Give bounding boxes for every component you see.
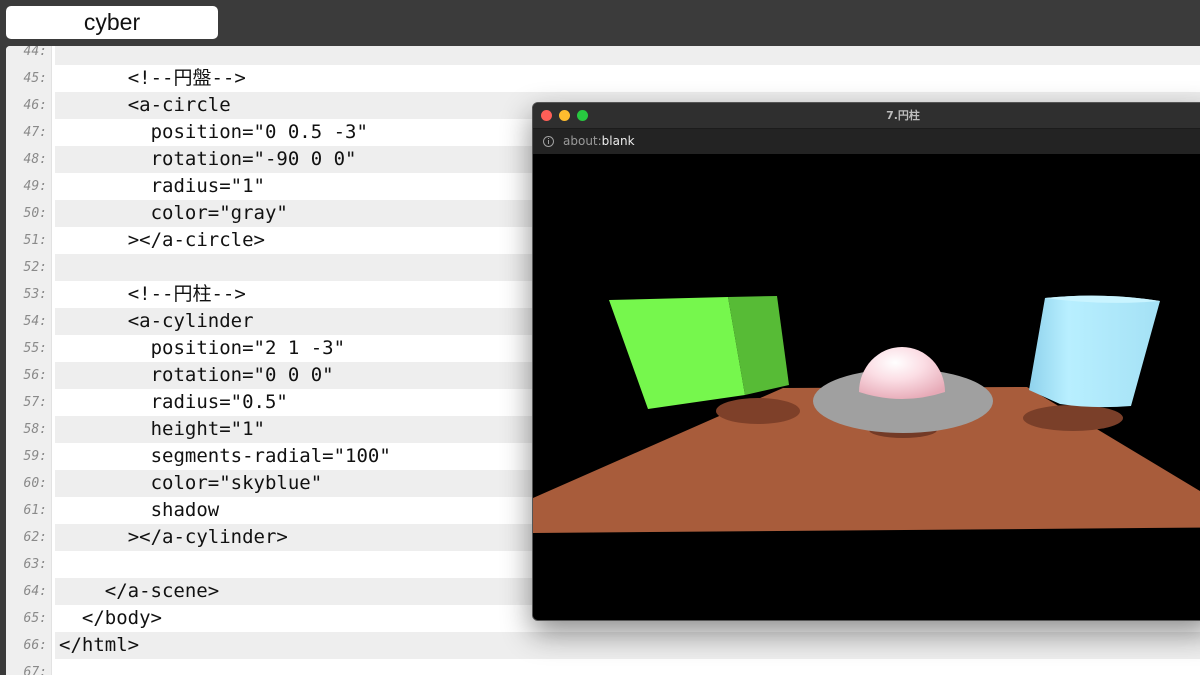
- code-text: rotation="-90 0 0": [150, 148, 357, 170]
- line-gutter: 67:: [6, 659, 52, 675]
- line-gutter: 53:: [6, 281, 52, 308]
- code-text: color="skyblue": [150, 472, 323, 494]
- code-text: color="gray": [150, 202, 288, 224]
- line-number: 67:: [23, 665, 47, 675]
- code-text: <a-circle: [127, 94, 231, 116]
- line-number: 58:: [23, 422, 47, 437]
- code-text: </a-scene>: [104, 580, 220, 602]
- line-gutter: 62:: [6, 524, 52, 551]
- line-gutter: 66:: [6, 632, 52, 659]
- line-number: 46:: [23, 98, 47, 113]
- line-gutter: 58:: [6, 416, 52, 443]
- line-number: 45:: [23, 71, 47, 86]
- line-gutter: 61:: [6, 497, 52, 524]
- address-bar[interactable]: about:blank: [533, 129, 1200, 154]
- code-text: </html>: [59, 634, 140, 656]
- code-line[interactable]: 66: </html>: [6, 632, 1200, 659]
- url-path: blank: [601, 134, 635, 148]
- code-text: segments-radial="100": [150, 445, 391, 467]
- code-text: ></a-circle>: [127, 229, 265, 251]
- code-line-background: [55, 632, 1200, 659]
- line-gutter: 54:: [6, 308, 52, 335]
- scene-canvas: [533, 155, 1200, 620]
- code-text: shadow: [150, 499, 220, 521]
- line-gutter: 49:: [6, 173, 52, 200]
- line-gutter: 63:: [6, 551, 52, 578]
- line-gutter: 59:: [6, 443, 52, 470]
- code-text: height="1": [150, 418, 265, 440]
- code-line[interactable]: 67:: [6, 659, 1200, 675]
- line-gutter: 52:: [6, 254, 52, 281]
- line-number: 51:: [23, 233, 47, 248]
- line-gutter: 57:: [6, 389, 52, 416]
- line-gutter: 50:: [6, 200, 52, 227]
- line-number: 59:: [23, 449, 47, 464]
- line-number: 49:: [23, 179, 47, 194]
- line-gutter: 46:: [6, 92, 52, 119]
- line-number: 57:: [23, 395, 47, 410]
- code-text: ></a-cylinder>: [127, 526, 288, 548]
- line-number: 64:: [23, 584, 47, 599]
- code-text: rotation="0 0 0": [150, 364, 334, 386]
- line-gutter: 64:: [6, 578, 52, 605]
- line-number: 52:: [23, 260, 47, 275]
- line-number: 65:: [23, 611, 47, 626]
- code-line[interactable]: 44:: [6, 46, 1200, 65]
- line-number: 63:: [23, 557, 47, 572]
- line-number: 61:: [23, 503, 47, 518]
- code-line-background: [55, 659, 1200, 675]
- line-number: 55:: [23, 341, 47, 356]
- box-shadow: [716, 398, 800, 424]
- cylinder-shadow: [1023, 405, 1123, 431]
- code-text: radius="1": [150, 175, 265, 197]
- line-number: 62:: [23, 530, 47, 545]
- window-title: 7.円柱: [886, 109, 920, 122]
- code-line-background: [55, 46, 1200, 65]
- line-gutter: 48:: [6, 146, 52, 173]
- code-text: <a-cylinder: [127, 310, 254, 332]
- code-text: position="2 1 -3": [150, 337, 346, 359]
- line-number: 54:: [23, 314, 47, 329]
- tab-bar: cyber: [0, 0, 1200, 46]
- line-number: 56:: [23, 368, 47, 383]
- code-line[interactable]: 45: <!--円盤-->: [6, 65, 1200, 92]
- line-gutter: 55:: [6, 335, 52, 362]
- line-gutter: 65:: [6, 605, 52, 632]
- code-text: </body>: [81, 607, 162, 629]
- code-text: <!--円柱-->: [127, 283, 246, 305]
- line-number: 66:: [23, 638, 47, 653]
- line-gutter: 51:: [6, 227, 52, 254]
- line-number: 53:: [23, 287, 47, 302]
- line-number: 48:: [23, 152, 47, 167]
- url-scheme: about:: [563, 134, 602, 148]
- line-number: 44:: [23, 46, 47, 59]
- line-gutter: 47:: [6, 119, 52, 146]
- code-text: radius="0.5": [150, 391, 288, 413]
- line-gutter: 45:: [6, 65, 52, 92]
- line-number: 60:: [23, 476, 47, 491]
- browser-window: 7.円柱 about:blank: [532, 102, 1200, 621]
- line-number: 50:: [23, 206, 47, 221]
- line-gutter: 44:: [6, 46, 52, 65]
- line-number: 47:: [23, 125, 47, 140]
- url-text[interactable]: about:blank: [563, 129, 635, 154]
- code-text: <!--円盤-->: [127, 67, 246, 89]
- line-gutter: 60:: [6, 470, 52, 497]
- window-titlebar: 7.円柱: [533, 103, 1200, 129]
- line-gutter: 56:: [6, 362, 52, 389]
- info-icon[interactable]: [543, 136, 554, 147]
- webgl-viewport[interactable]: [533, 155, 1200, 620]
- code-text: position="0 0.5 -3": [150, 121, 368, 143]
- tab-cyber[interactable]: cyber: [6, 6, 218, 39]
